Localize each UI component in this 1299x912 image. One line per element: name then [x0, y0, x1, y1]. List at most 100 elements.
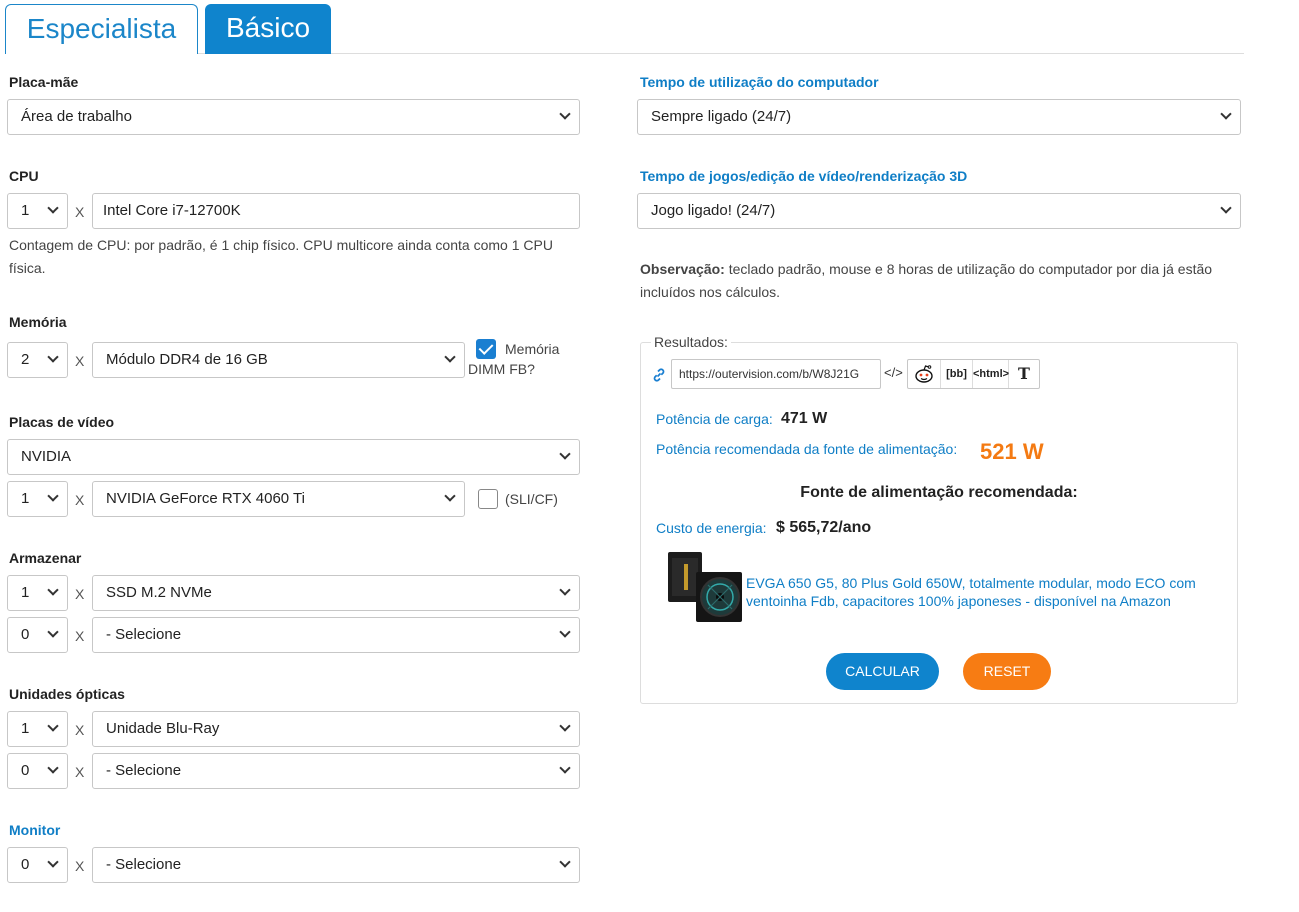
storage-type-value: - Selecione	[106, 626, 182, 643]
cpu-label: CPU	[9, 168, 39, 184]
cpu-input[interactable]: Intel Core i7-12700K	[92, 193, 580, 229]
chevron-down-icon	[47, 202, 59, 214]
cpu-qty-select[interactable]: 1	[7, 193, 68, 229]
tab-basico[interactable]: Básico	[205, 4, 331, 54]
multiply-sign: X	[75, 353, 85, 369]
tab-especialista[interactable]: Especialista	[5, 4, 198, 54]
usage-value: Sempre ligado (24/7)	[651, 108, 792, 125]
optical-type-select-2[interactable]: - Selecione	[92, 753, 580, 789]
sli-checkbox[interactable]	[478, 489, 498, 509]
optical-label: Unidades ópticas	[9, 686, 125, 702]
optical-qty-value: 1	[21, 720, 30, 737]
observation-note: Observação: teclado padrão, mouse e 8 ho…	[640, 258, 1220, 304]
chevron-down-icon	[559, 584, 571, 596]
gaming-select[interactable]: Jogo ligado! (24/7)	[637, 193, 1241, 229]
cpu-qty-value: 1	[21, 202, 30, 219]
gpu-qty-select[interactable]: 1	[7, 481, 68, 517]
text-button[interactable]: T	[1009, 360, 1039, 388]
bbcode-button[interactable]: [bb]	[941, 360, 973, 388]
chevron-down-icon	[559, 762, 571, 774]
energy-cost-label: Custo de energia:	[656, 520, 767, 536]
embed-code-icon[interactable]: </>	[884, 365, 903, 380]
motherboard-select[interactable]: Área de trabalho	[7, 99, 580, 135]
psu-product-image[interactable]	[664, 546, 744, 624]
gpu-brand-value: NVIDIA	[21, 448, 72, 465]
multiply-sign: X	[75, 628, 85, 644]
reset-button[interactable]: RESET	[963, 653, 1051, 690]
multiply-sign: X	[75, 586, 85, 602]
results-legend: Resultados:	[651, 334, 731, 350]
motherboard-label: Placa-mãe	[9, 74, 79, 90]
html-button[interactable]: <html>	[973, 360, 1009, 388]
fb-dimm-label: Memória DIMM FB?	[468, 341, 560, 377]
memory-label: Memória	[9, 314, 67, 330]
gpu-label: Placas de vídeo	[9, 414, 115, 430]
multiply-sign: X	[75, 858, 85, 874]
share-url-input[interactable]: https://outervision.com/b/W8J21G	[671, 359, 881, 389]
chevron-down-icon	[47, 490, 59, 502]
optical-type-select-1[interactable]: Unidade Blu-Ray	[92, 711, 580, 747]
optical-qty-select-1[interactable]: 1	[7, 711, 68, 747]
energy-cost-value: $ 565,72/ano	[776, 519, 872, 536]
optical-qty-select-2[interactable]: 0	[7, 753, 68, 789]
multiply-sign: X	[75, 204, 85, 220]
optical-qty-value: 0	[21, 762, 30, 779]
load-power-label: Potência de carga:	[656, 411, 773, 427]
gpu-model-value: NVIDIA GeForce RTX 4060 Ti	[106, 490, 305, 507]
storage-label: Armazenar	[9, 550, 82, 566]
share-buttons: [bb] <html> T	[907, 359, 1040, 389]
reddit-icon[interactable]	[908, 360, 941, 388]
storage-type-value: SSD M.2 NVMe	[106, 584, 212, 601]
storage-qty-select-2[interactable]: 0	[7, 617, 68, 653]
multiply-sign: X	[75, 492, 85, 508]
chevron-down-icon	[559, 108, 571, 120]
chevron-down-icon	[444, 351, 456, 363]
usage-select[interactable]: Sempre ligado (24/7)	[637, 99, 1241, 135]
chevron-down-icon	[1220, 108, 1232, 120]
monitor-type-select[interactable]: - Selecione	[92, 847, 580, 883]
monitor-label: Monitor	[9, 822, 61, 838]
memory-qty-select[interactable]: 2	[7, 342, 68, 378]
calculate-button[interactable]: CALCULAR	[826, 653, 939, 690]
chevron-down-icon	[559, 720, 571, 732]
gpu-qty-value: 1	[21, 490, 30, 507]
cpu-note: Contagem de CPU: por padrão, é 1 chip fí…	[9, 237, 553, 276]
memory-type-select[interactable]: Módulo DDR4 de 16 GB	[92, 342, 465, 378]
link-icon	[653, 368, 665, 382]
optical-type-value: - Selecione	[106, 762, 182, 779]
gaming-label: Tempo de jogos/edição de vídeo/renderiza…	[640, 168, 968, 184]
chevron-down-icon	[47, 626, 59, 638]
chevron-down-icon	[47, 584, 59, 596]
storage-type-select-2[interactable]: - Selecione	[92, 617, 580, 653]
psu-power-label: Potência recomendada da fonte de aliment…	[656, 441, 958, 457]
observation-bold: Observação:	[640, 261, 725, 277]
multiply-sign: X	[75, 764, 85, 780]
chevron-down-icon	[559, 626, 571, 638]
chevron-down-icon	[47, 720, 59, 732]
recommended-psu-title: Fonte de alimentação recomendada:	[800, 484, 1078, 501]
monitor-qty-select[interactable]: 0	[7, 847, 68, 883]
storage-qty-select-1[interactable]: 1	[7, 575, 68, 611]
usage-label: Tempo de utilização do computador	[640, 74, 879, 90]
gpu-brand-select[interactable]: NVIDIA	[7, 439, 580, 475]
monitor-qty-value: 0	[21, 856, 30, 873]
psu-power-value: 521 W	[980, 439, 1044, 464]
storage-qty-value: 0	[21, 626, 30, 643]
chevron-down-icon	[559, 448, 571, 460]
gaming-value: Jogo ligado! (24/7)	[651, 202, 776, 219]
motherboard-value: Área de trabalho	[21, 108, 132, 125]
memory-qty-value: 2	[21, 351, 30, 368]
cpu-input-value: Intel Core i7-12700K	[103, 202, 241, 219]
chevron-down-icon	[559, 856, 571, 868]
storage-type-select-1[interactable]: SSD M.2 NVMe	[92, 575, 580, 611]
optical-type-value: Unidade Blu-Ray	[106, 720, 220, 737]
psu-product-link[interactable]: EVGA 650 G5, 80 Plus Gold 650W, totalmen…	[746, 574, 1216, 610]
sli-label: (SLI/CF)	[505, 491, 558, 507]
multiply-sign: X	[75, 722, 85, 738]
chevron-down-icon	[47, 351, 59, 363]
chevron-down-icon	[1220, 202, 1232, 214]
tab-bar: Especialista Básico	[5, 4, 1244, 54]
gpu-model-select[interactable]: NVIDIA GeForce RTX 4060 Ti	[92, 481, 465, 517]
chevron-down-icon	[47, 762, 59, 774]
chevron-down-icon	[444, 490, 456, 502]
